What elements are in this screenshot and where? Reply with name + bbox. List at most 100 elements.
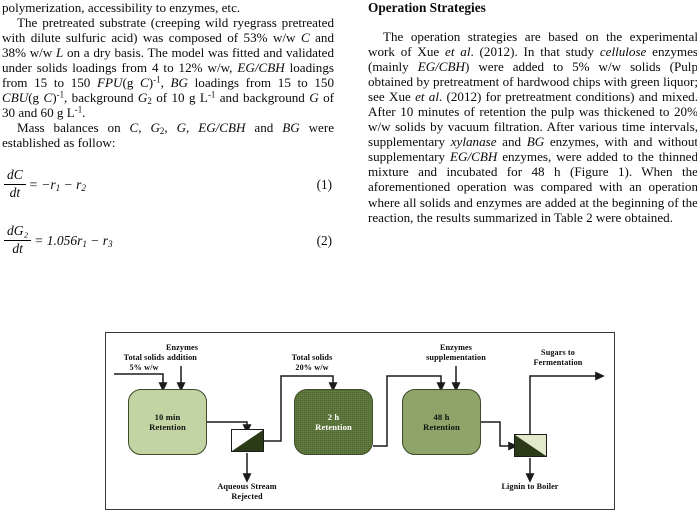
equation-body: = −r1 − r2 [28, 176, 86, 194]
label-aqueous-stream-rejected: Aqueous Stream Rejected [192, 482, 302, 502]
text-run: , [138, 120, 151, 136]
text-run: cellulose [599, 44, 647, 60]
separator-glyph [232, 430, 263, 451]
text-run: 2 [81, 183, 86, 194]
label-total-solids-20: Total solids 20% w/w [276, 353, 348, 373]
left-text-column: polymerization, accessibility to enzymes… [2, 0, 334, 260]
fraction-denominator: dt [4, 183, 26, 201]
text-run: − r [60, 176, 82, 192]
equation-row: dC dt = −r1 − r2 (1) [2, 164, 334, 204]
equation-row: dG₂ dt = 1.056r1 − r3 (2) [2, 220, 334, 260]
label-enzymes-addition: Enzymes addition [151, 343, 213, 363]
text-run: and [245, 120, 283, 136]
text-run: = 1.056r [34, 232, 83, 248]
node-line: Retention [315, 422, 352, 432]
label-line: 5% w/w [129, 363, 159, 372]
text-run: . [82, 105, 86, 121]
label-line: supplementation [426, 353, 486, 362]
text-run: of 10 g L [151, 90, 208, 106]
label-line: Rejected [231, 492, 263, 501]
text-run: loadings from 15 to 150 [187, 75, 335, 91]
text-run: EG/CBH [417, 59, 465, 75]
equation-1: dC dt = −r1 − r2 [4, 164, 86, 204]
text-run: , background [64, 90, 138, 106]
text-run: BG [170, 75, 188, 91]
fraction: dG₂ dt [4, 223, 32, 257]
node-line: 2 h [327, 411, 340, 422]
label-line: addition [167, 353, 197, 362]
text-run: Mass balances on [17, 120, 130, 136]
text-run: G [137, 90, 148, 106]
text-run: EG/CBH [198, 120, 246, 136]
label-line: Total solids [291, 353, 333, 362]
paragraph: The operation strategies are based on th… [368, 29, 697, 225]
figure-canvas: Total solids 5% w/w Enzymes addition Tot… [106, 333, 613, 508]
label-line: Lignin to Boiler [501, 482, 559, 491]
text-run: xylanase [450, 134, 497, 150]
text-run: C [43, 90, 53, 106]
text-run: -1 [153, 74, 161, 85]
arrow-node3-to-sep2 [481, 421, 518, 451]
node-line: Retention [423, 422, 460, 432]
paragraph: The pretreated substrate (creeping wild … [2, 15, 334, 120]
text-run: G [309, 90, 319, 106]
text-run: (g [28, 90, 44, 106]
paragraph: Mass balances on C, G2, G, EG/CBH and BG… [2, 120, 334, 150]
process-node-10min-retention[interactable]: 10 min Retention [128, 389, 207, 455]
text-run: FPU [97, 75, 123, 91]
text-run: The pretreated substrate (creeping wild … [2, 15, 334, 46]
fraction-numerator: dC [7, 167, 23, 183]
text-run: , [186, 120, 199, 136]
arrow-node1-to-sep1 [207, 421, 252, 434]
label-lignin-to-boiler: Lignin to Boiler [478, 482, 582, 492]
fraction: dC dt [4, 168, 26, 200]
text-run: G [150, 120, 160, 136]
label-line: Sugars to [541, 348, 575, 357]
text-run: − r [86, 232, 109, 248]
arrow-total-solids-5 [114, 373, 168, 392]
text-run: and background [215, 90, 310, 106]
separator-unit-filtration[interactable] [231, 429, 264, 452]
text-run: C [129, 120, 139, 136]
text-run: -1 [56, 89, 65, 100]
label-line: 20% w/w [295, 363, 329, 372]
label-enzymes-supplementation: Enzymes supplementation [406, 343, 506, 363]
text-run: et al [445, 44, 471, 60]
label-sugars-to-fermentation: Sugars to Fermentation [506, 348, 610, 368]
process-flow-figure: Total solids 5% w/w Enzymes addition Tot… [105, 332, 615, 510]
process-node-48h-retention[interactable]: 48 h Retention [402, 389, 481, 455]
text-run: = −r [28, 176, 56, 192]
text-run: BG [282, 120, 300, 136]
separator-unit-solid-liquid[interactable] [514, 434, 547, 457]
text-run: EG/CBH [450, 149, 498, 165]
fraction-numerator: dG₂ [7, 223, 29, 239]
equation-number: (1) [316, 176, 332, 192]
arrow-sugars-to-fermentation [529, 371, 605, 434]
text-run: polymerization, accessibility to enzymes… [2, 0, 241, 15]
equation-2: dG₂ dt = 1.056r1 − r3 [4, 220, 113, 260]
node-line: 10 min [154, 411, 181, 422]
node-line: Retention [149, 422, 186, 432]
text-run: , [164, 120, 177, 136]
two-column-body: polymerization, accessibility to enzymes… [0, 0, 697, 320]
text-run: EG/CBH [237, 60, 285, 76]
text-run: G [176, 120, 187, 136]
text-run: et al [415, 89, 439, 105]
label-line: Enzymes [165, 343, 199, 352]
right-text-column: Operation Strategies The operation strat… [368, 0, 697, 225]
text-run: C [140, 75, 149, 91]
label-line: Enzymes [439, 343, 473, 352]
text-run: , [160, 75, 171, 91]
label-line: Aqueous Stream [217, 482, 277, 491]
text-run: BG [526, 134, 545, 150]
process-node-2h-retention[interactable]: 2 h Retention [294, 389, 373, 455]
fraction-denominator: dt [4, 239, 32, 257]
text-run: CBU [2, 90, 29, 106]
label-line: Fermentation [533, 358, 583, 367]
equation-number: (2) [316, 232, 332, 248]
equation-body: = 1.056r1 − r3 [34, 232, 112, 249]
text-run: (g [122, 75, 141, 91]
text-run: and [496, 134, 527, 150]
text-run: . (2012). In that study [470, 44, 600, 60]
section-heading: Operation Strategies [368, 0, 486, 15]
